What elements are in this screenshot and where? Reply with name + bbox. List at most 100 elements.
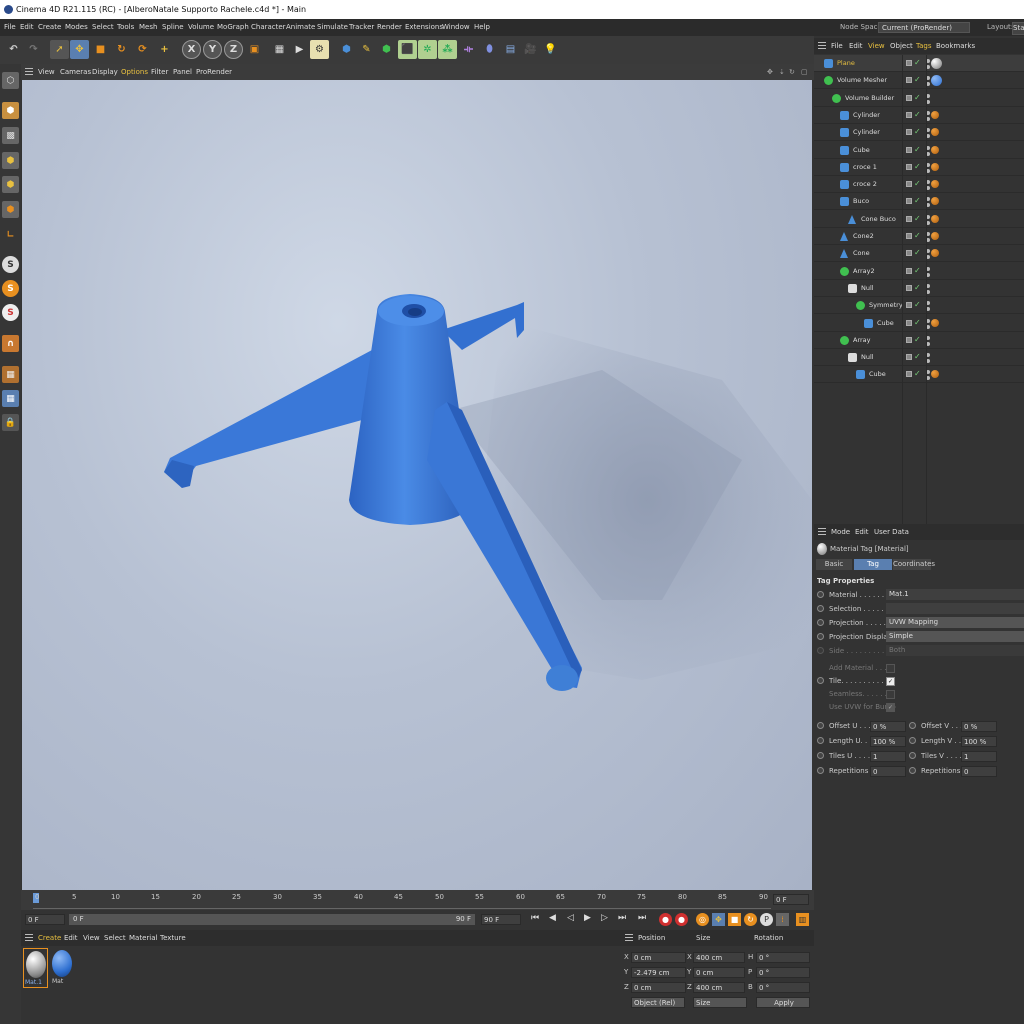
enabled-check-icon[interactable]: ✓ (914, 370, 921, 378)
animate-radio-icon[interactable] (817, 752, 824, 759)
projection-dropdown[interactable]: UVW Mapping (886, 617, 1024, 628)
key-scale-icon[interactable]: ■ (728, 913, 741, 926)
layer-toggle-icon[interactable] (906, 215, 912, 222)
size-y-field[interactable]: 0 cm (693, 967, 745, 978)
object-row[interactable]: Null ✓ (814, 349, 1024, 367)
model-mode-button[interactable]: ⬢ (2, 102, 19, 119)
edges-mode-button[interactable]: ⬢ (2, 176, 19, 193)
frame-range-slider[interactable]: 0 F 90 F (69, 914, 475, 925)
rotation-b-field[interactable]: 0 ° (756, 982, 810, 993)
enabled-check-icon[interactable]: ✓ (914, 335, 921, 344)
object-row[interactable]: Plane ✓ (814, 55, 1024, 72)
animate-radio-icon[interactable] (817, 767, 824, 774)
next-key-icon[interactable]: ⏭ (618, 913, 626, 923)
array-generator-button[interactable]: ⬛ (398, 40, 417, 59)
enabled-check-icon[interactable]: ✓ (914, 197, 921, 205)
layer-toggle-icon[interactable] (906, 77, 912, 84)
z-axis-button[interactable]: Z (224, 40, 243, 59)
quantize-button[interactable]: S (2, 304, 19, 321)
object-row[interactable]: Cylinder ✓ (814, 124, 1024, 142)
menu-spline[interactable]: Spline (162, 19, 184, 36)
position-z-field[interactable]: 0 cm (631, 982, 686, 993)
material-hamburger-icon[interactable] (25, 934, 33, 942)
start-frame-field[interactable]: 0 F (25, 914, 65, 925)
layer-toggle-icon[interactable] (906, 302, 912, 309)
render-settings-button[interactable]: ⚙ (310, 40, 329, 59)
x-axis-button[interactable]: X (182, 40, 201, 59)
enabled-check-icon[interactable]: ✓ (914, 249, 921, 257)
material-menu-edit[interactable]: Edit (64, 930, 78, 946)
material-tag-icon[interactable] (931, 75, 942, 87)
tab-basic[interactable]: Basic (816, 559, 852, 570)
position-x-field[interactable]: 0 cm (631, 952, 686, 963)
viewport-menu-prorender[interactable]: ProRender (196, 64, 232, 80)
key-parameter-icon[interactable]: P (760, 913, 773, 926)
material-tag-icon[interactable] (931, 128, 939, 137)
coordinate-system-button[interactable]: ▣ (245, 40, 264, 59)
animate-radio-icon[interactable] (909, 722, 916, 729)
mograph-cloner-button[interactable]: ⁂ (438, 40, 457, 59)
key-pla-icon[interactable]: ⁞ (776, 913, 789, 926)
attribute-menu-mode[interactable]: Mode (831, 524, 850, 540)
live-selection-button[interactable]: ➚ (50, 40, 69, 59)
material-tag-icon[interactable] (931, 110, 939, 119)
enabled-check-icon[interactable]: ✓ (914, 162, 921, 171)
snap-button[interactable]: S (2, 256, 19, 273)
object-menu-view[interactable]: View (868, 38, 885, 54)
menu-window[interactable]: Window (442, 19, 470, 36)
object-menu-edit[interactable]: Edit (849, 38, 863, 54)
layer-toggle-icon[interactable] (906, 198, 912, 205)
object-row[interactable]: Buco ✓ (814, 193, 1024, 211)
go-to-end-icon[interactable]: ⏭ (638, 913, 646, 923)
object-row[interactable]: croce 1 ✓ (814, 159, 1024, 176)
offset-v-field[interactable]: 0 % (961, 721, 997, 732)
volume-builder-button[interactable]: ✲ (418, 40, 437, 59)
enabled-check-icon[interactable]: ✓ (914, 353, 921, 361)
apply-button[interactable]: Apply (756, 997, 810, 1008)
menu-extensions[interactable]: Extensions (405, 19, 443, 36)
keyframe-selection-icon[interactable]: ◎ (696, 913, 709, 926)
object-row[interactable]: Cube ✓ (814, 142, 1024, 159)
viewport-pan-icon[interactable]: ✥ (767, 64, 773, 80)
attribute-menu-user-data[interactable]: User Data (874, 524, 909, 540)
object-row[interactable]: Array ✓ (814, 332, 1024, 349)
menu-select[interactable]: Select (92, 19, 114, 36)
attribute-hamburger-icon[interactable] (818, 528, 826, 536)
material-menu-texture[interactable]: Texture (160, 930, 186, 946)
animate-radio-icon[interactable] (909, 767, 916, 774)
render-picture-viewer-button[interactable]: ▶ (290, 40, 309, 59)
layer-toggle-icon[interactable] (906, 319, 912, 326)
layer-toggle-icon[interactable] (906, 267, 912, 274)
menu-create[interactable]: Create (38, 19, 61, 36)
material-link-field[interactable]: Mat.1 (886, 589, 1024, 600)
key-position-icon[interactable]: ✥ (712, 913, 725, 926)
viewport-menu-filter[interactable]: Filter (151, 64, 168, 80)
size-z-field[interactable]: 400 cm (693, 982, 745, 993)
tiles-v-field[interactable]: 1 (961, 751, 997, 762)
viewport-rotate-icon[interactable]: ↻ (789, 64, 795, 80)
enabled-check-icon[interactable]: ✓ (914, 283, 921, 292)
layer-toggle-icon[interactable] (906, 284, 912, 291)
attribute-menu-edit[interactable]: Edit (855, 524, 869, 540)
key-rotation-icon[interactable]: ↻ (744, 913, 757, 926)
material-tag-icon[interactable] (931, 162, 939, 171)
material-menu-create[interactable]: Create (38, 930, 61, 946)
points-mode-button[interactable]: ⬢ (2, 152, 19, 169)
object-row[interactable]: croce 2 ✓ (814, 176, 1024, 194)
menu-animate[interactable]: Animate (286, 19, 315, 36)
menu-mograph[interactable]: MoGraph (217, 19, 249, 36)
tab-tag[interactable]: Tag (854, 559, 892, 570)
viewport-menu-cameras[interactable]: Cameras (60, 64, 91, 80)
animate-radio-icon[interactable] (817, 722, 824, 729)
menu-help[interactable]: Help (474, 19, 490, 36)
scale-tool-button[interactable]: ■ (91, 40, 110, 59)
layer-toggle-icon[interactable] (906, 111, 912, 118)
layer-toggle-icon[interactable] (906, 146, 912, 153)
play-icon[interactable]: ▶ (584, 913, 591, 923)
locked-workplane-button[interactable]: 🔒 (2, 414, 19, 431)
3d-viewport[interactable] (22, 80, 812, 890)
tile-checkbox[interactable]: ✓ (886, 677, 895, 686)
object-menu-object[interactable]: Object (890, 38, 913, 54)
step-forward-icon[interactable]: ▷ (601, 913, 608, 923)
viewport-menu-panel[interactable]: Panel (173, 64, 192, 80)
